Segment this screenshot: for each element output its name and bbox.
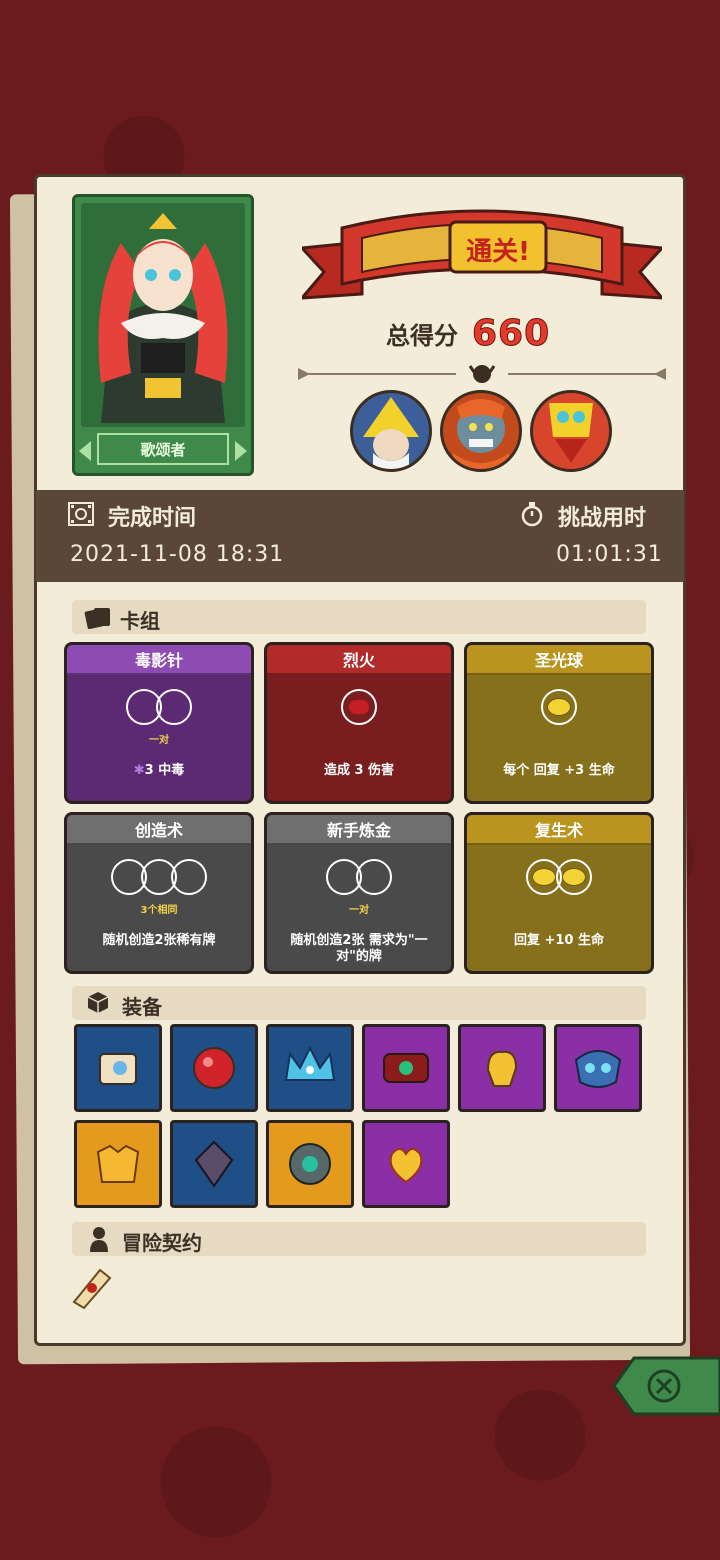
finish-time-label: 完成时间 <box>108 506 197 531</box>
card-requirement: 一对 <box>349 905 369 916</box>
card-effect: 随机创造2张稀有牌 <box>102 933 216 948</box>
person-icon <box>90 1227 108 1252</box>
stopwatch-icon <box>521 502 543 527</box>
card-requirement: 3个相同 <box>140 905 178 916</box>
equipment-title: 装备 <box>122 995 162 1019</box>
cards-icon <box>84 608 110 630</box>
card-effect: 回复 +10 生命 <box>513 933 605 948</box>
skill-card-holy-orb[interactable]: 圣光球 每个 回复 +3 生命 <box>464 642 654 804</box>
fire-dice-icon <box>349 700 369 714</box>
card-name: 创造术 <box>67 815 251 845</box>
finish-time-value: 2021-11-08 18:31 <box>70 542 285 567</box>
card-name: 毒影针 <box>67 645 251 675</box>
card-requirement: 一对 <box>149 735 169 746</box>
spirit-mask-icon[interactable] <box>554 1024 642 1112</box>
golden-robe-icon[interactable] <box>74 1120 162 1208</box>
boss-divider <box>296 362 668 386</box>
lemon-dice-icon <box>562 868 586 886</box>
next-hero-arrow-icon[interactable] <box>235 441 247 461</box>
boss-portrait-troll[interactable] <box>440 390 522 472</box>
boss-portrait-wizard[interactable] <box>350 390 432 472</box>
deck-title: 卡组 <box>120 609 160 633</box>
lemon-dice-icon <box>547 698 571 716</box>
victory-banner: 通关! <box>298 198 666 310</box>
hero-name: 歌颂者 <box>97 433 229 465</box>
victory-title: 通关! <box>466 236 530 267</box>
score-row: 总得分 660 <box>386 308 550 358</box>
duration-label: 挑战用时 <box>558 506 647 531</box>
poison-icon: ✱ <box>133 763 145 778</box>
boss-portrait-mask[interactable] <box>530 390 612 472</box>
card-name: 烈火 <box>267 645 451 675</box>
dice-slots <box>467 859 651 895</box>
ruby-gem-icon[interactable] <box>170 1024 258 1112</box>
duration-value: 01:01:31 <box>556 542 663 567</box>
scroll-icon[interactable] <box>74 1024 162 1112</box>
skill-card-novice-alchemy[interactable]: 新手炼金 一对 随机创造2张 需求为"一对"的牌 <box>264 812 454 974</box>
close-button[interactable] <box>612 1356 720 1416</box>
contract-title: 冒险契约 <box>122 1231 202 1255</box>
dice-slots <box>67 859 251 895</box>
hero-card[interactable]: 歌颂者 <box>72 194 254 476</box>
fire-heart-icon[interactable] <box>362 1120 450 1208</box>
lemon-dice-icon <box>532 868 556 886</box>
dice-slots <box>267 689 451 725</box>
film-icon <box>68 502 94 526</box>
dice-slots <box>67 689 251 725</box>
card-effect: ✱3 中毒 <box>133 763 185 778</box>
golden-glove-icon[interactable] <box>458 1024 546 1112</box>
prev-hero-arrow-icon[interactable] <box>79 441 91 461</box>
contract-scroll-icon[interactable] <box>66 1262 116 1312</box>
dice-slots <box>467 689 651 725</box>
dark-crystal-icon[interactable] <box>170 1120 258 1208</box>
card-effect: 随机创造2张 需求为"一对"的牌 <box>290 933 428 964</box>
skill-card-poison-needle[interactable]: 毒影针 一对 ✱3 中毒 <box>64 642 254 804</box>
card-name: 圣光球 <box>467 645 651 675</box>
box-icon <box>87 992 109 1013</box>
card-effect: 造成 3 伤害 <box>323 763 395 778</box>
dice-slots <box>267 859 451 895</box>
card-name: 复生术 <box>467 815 651 845</box>
rune-stone-icon[interactable] <box>266 1120 354 1208</box>
ice-crown-icon[interactable] <box>266 1024 354 1112</box>
card-effect: 每个 回复 +3 生命 <box>503 763 615 778</box>
skill-card-revive[interactable]: 复生术 回复 +10 生命 <box>464 812 654 974</box>
hero-portrait <box>81 203 245 427</box>
card-name: 新手炼金 <box>267 815 451 845</box>
skill-card-fire[interactable]: 烈火 造成 3 伤害 <box>264 642 454 804</box>
emerald-bracelet-icon[interactable] <box>362 1024 450 1112</box>
skill-card-creation[interactable]: 创造术 3个相同 随机创造2张稀有牌 <box>64 812 254 974</box>
score-value: 660 <box>471 312 551 354</box>
score-label: 总得分 <box>386 321 458 350</box>
